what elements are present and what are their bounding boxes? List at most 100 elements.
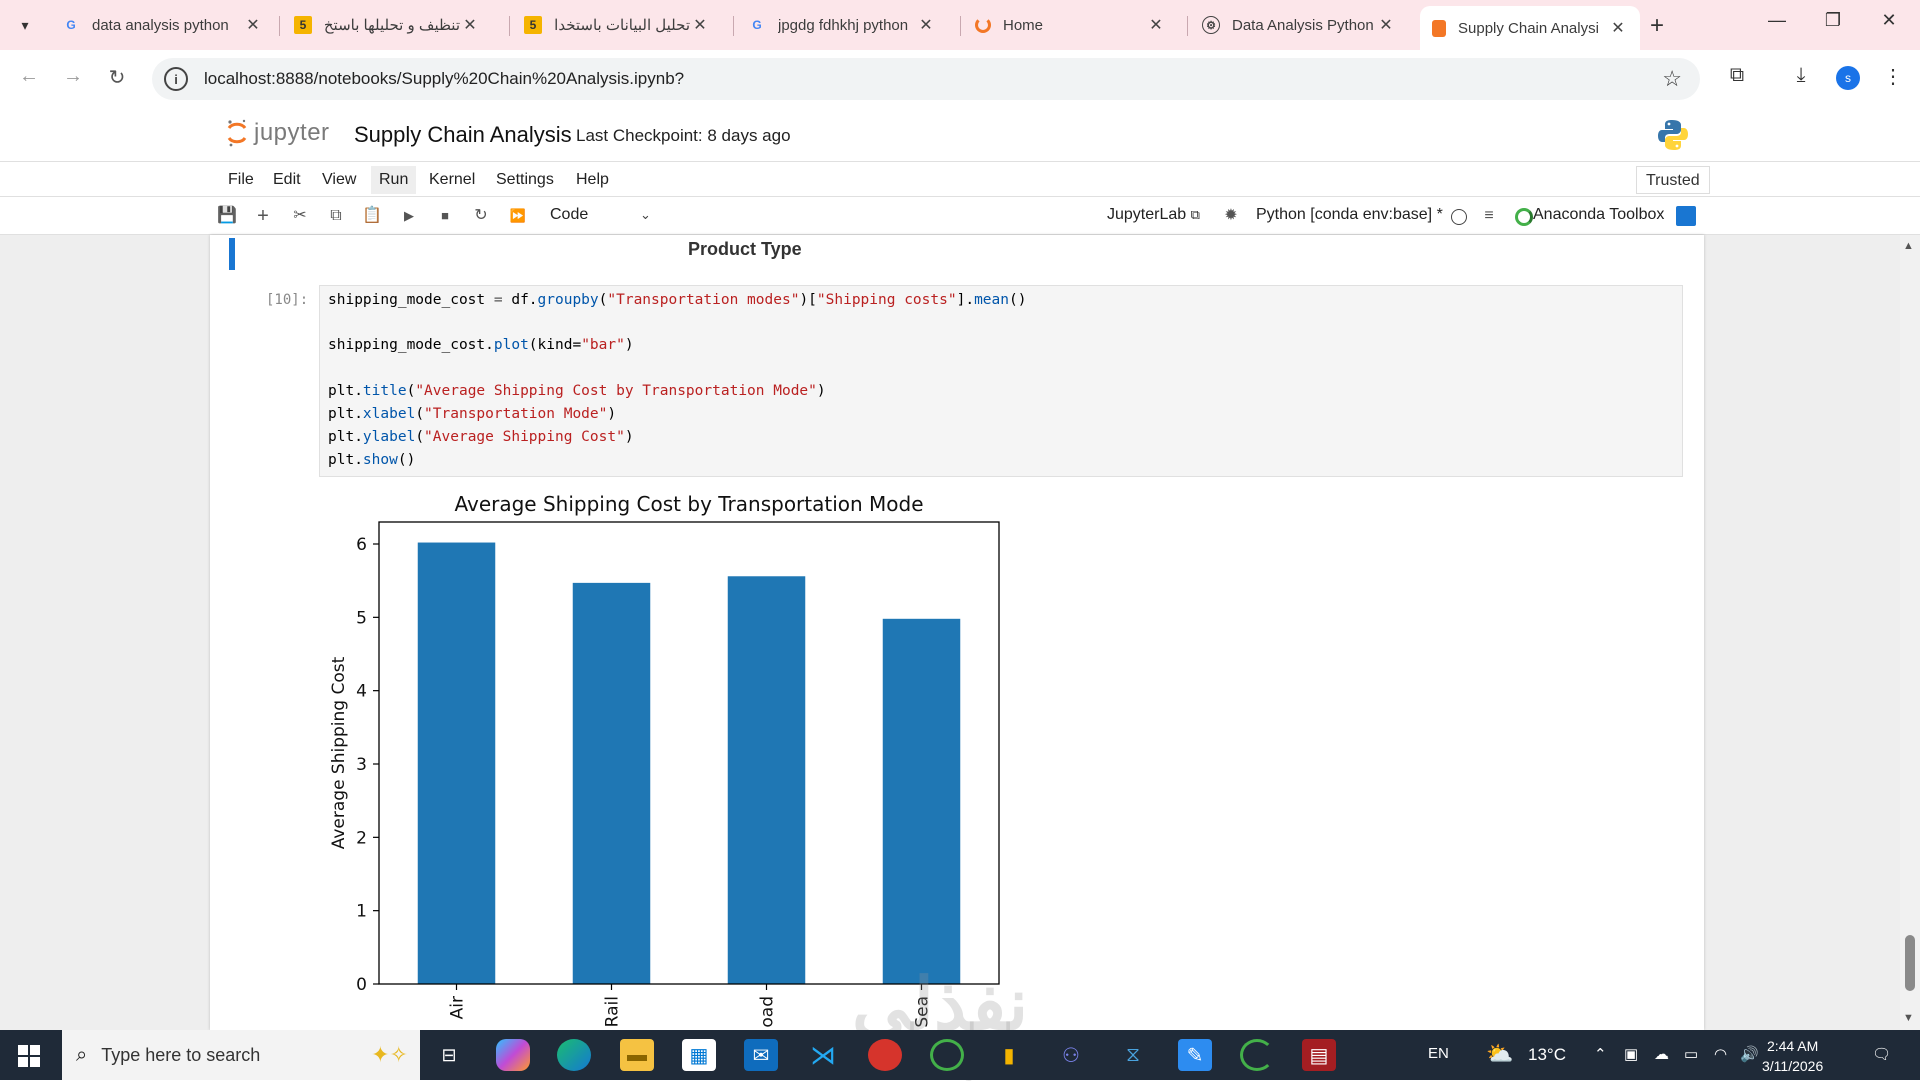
table-of-contents-icon[interactable]: ≡ [1477, 205, 1501, 227]
copilot-icon[interactable] [496, 1039, 530, 1071]
menu-help[interactable]: Help [568, 166, 617, 194]
paste-icon[interactable]: 📋 [360, 205, 384, 227]
scroll-down-icon[interactable]: ▼ [1903, 1012, 1914, 1024]
jupyterlab-link[interactable]: JupyterLab ⧉ [1107, 206, 1200, 224]
paint-icon[interactable]: ✎ [1178, 1039, 1212, 1071]
anaconda-icon[interactable] [1240, 1039, 1274, 1071]
x-tick-label: Air [448, 996, 468, 1019]
browser-tab-active[interactable]: Supply Chain Analysi ✕ [1420, 6, 1640, 50]
y-tick-label: 3 [356, 755, 367, 775]
trusted-indicator[interactable]: Trusted [1636, 166, 1710, 194]
site-info-icon[interactable]: i [164, 67, 188, 91]
restart-icon[interactable]: ↻ [469, 205, 493, 227]
kernel-name[interactable]: Python [conda env:base] * [1256, 206, 1443, 224]
forward-icon[interactable]: → [58, 65, 88, 88]
run-icon[interactable]: ▶ [397, 205, 421, 227]
browser-tab[interactable]: 5 تنظيف و تحليلها باستخ ✕ [282, 8, 492, 42]
stop-icon[interactable]: ■ [433, 205, 457, 227]
temperature[interactable]: 13°C [1528, 1045, 1566, 1065]
menu-view[interactable]: View [314, 166, 364, 194]
teams-icon[interactable]: ⚇ [1054, 1039, 1088, 1071]
windows-taskbar: ⌕ Type here to search ✦✧ ⊟ ▬ ▦ ✉ ⋊ ▮ ⚇ ⧖… [0, 1030, 1920, 1080]
wifi-icon[interactable]: ◠ [1714, 1045, 1727, 1063]
chrome-icon[interactable] [868, 1039, 902, 1071]
save-icon[interactable]: 💾 [215, 205, 239, 227]
language-indicator[interactable]: EN [1428, 1045, 1449, 1062]
outlook-icon[interactable]: ✉ [744, 1039, 778, 1071]
system-clock[interactable]: 2:44 AM 3/11/2026 [1762, 1036, 1823, 1076]
task-view-icon[interactable]: ⊟ [432, 1039, 466, 1071]
notification-icon[interactable]: 🗨 [1872, 1045, 1891, 1063]
anaconda-navigator-icon[interactable] [930, 1039, 964, 1071]
close-tab-icon[interactable]: ✕ [243, 15, 263, 35]
khamsat-icon: 5 [524, 16, 542, 34]
close-tab-icon[interactable]: ✕ [460, 15, 480, 35]
extensions-icon[interactable]: ⧉ [1722, 64, 1752, 87]
profile-avatar[interactable]: s [1836, 66, 1860, 90]
chevron-down-icon[interactable]: ⌄ [640, 207, 651, 223]
search-placeholder: Type here to search [101, 1044, 261, 1065]
browser-tab[interactable]: 5 تحليل البيانات باستخدا ✕ [512, 8, 722, 42]
add-cell-icon[interactable]: + [251, 205, 275, 227]
edge-icon[interactable] [557, 1039, 591, 1071]
menu-kebab-icon[interactable]: ⋮ [1878, 64, 1908, 89]
anaconda-toolbox[interactable]: Anaconda Toolbox [1533, 206, 1664, 224]
winrar-icon[interactable]: ▤ [1302, 1039, 1336, 1071]
restore-icon[interactable]: ❐ [1810, 10, 1856, 31]
menu-kernel[interactable]: Kernel [421, 166, 483, 194]
jupyter-header: jupyter Supply Chain Analysis Last Check… [0, 108, 1920, 162]
file-explorer-icon[interactable]: ▬ [620, 1039, 654, 1071]
vertical-scrollbar[interactable] [1900, 235, 1920, 1030]
execution-count: [10]: [266, 292, 309, 308]
close-tab-icon[interactable]: ✕ [1376, 15, 1396, 35]
scrollbar-thumb[interactable] [1905, 935, 1915, 991]
vscode-icon[interactable]: ⋊ [806, 1039, 840, 1071]
menu-settings[interactable]: Settings [488, 166, 562, 194]
battery-icon[interactable]: ▭ [1684, 1045, 1698, 1063]
app-icon[interactable]: ⧖ [1116, 1039, 1150, 1071]
onedrive-icon[interactable]: ☁ [1654, 1045, 1669, 1063]
run-all-icon[interactable]: ⏩ [506, 205, 530, 227]
back-icon[interactable]: ← [14, 65, 44, 88]
bookmark-star-icon[interactable]: ☆ [1662, 66, 1682, 92]
close-tab-icon[interactable]: ✕ [916, 15, 936, 35]
notebook-toolbar: 💾 + ✂ ⧉ 📋 ▶ ■ ↻ ⏩ Code ⌄ JupyterLab ⧉ ✹ … [0, 197, 1920, 235]
browser-tab[interactable]: G jpgdg fdhkhj python ✕ [736, 8, 948, 42]
browser-tab[interactable]: Home ✕ [963, 8, 1178, 42]
close-tab-icon[interactable]: ✕ [1608, 18, 1628, 38]
close-tab-icon[interactable]: ✕ [690, 15, 710, 35]
new-tab-icon[interactable]: + [1650, 12, 1664, 40]
microsoft-store-icon[interactable]: ▦ [682, 1039, 716, 1071]
browser-tab[interactable]: ⚙ Data Analysis Python ✕ [1190, 8, 1408, 42]
anaconda-panel-icon[interactable] [1676, 206, 1696, 226]
weather-icon[interactable]: ⛅ [1486, 1041, 1513, 1067]
close-tab-icon[interactable]: ✕ [1146, 15, 1166, 35]
close-window-icon[interactable]: ✕ [1866, 10, 1912, 31]
show-hidden-icons[interactable]: ⌃ [1594, 1045, 1607, 1063]
x-tick-label: oad [758, 996, 778, 1028]
cut-icon[interactable]: ✂ [288, 205, 312, 227]
volume-icon[interactable]: 🔊 [1740, 1045, 1759, 1063]
menu-run[interactable]: Run [371, 166, 417, 194]
minimize-icon[interactable]: — [1754, 10, 1800, 31]
download-icon[interactable]: ⤓ [1786, 64, 1816, 87]
tab-search-icon[interactable]: ▾ [12, 12, 38, 38]
cell-type-dropdown[interactable]: Code [550, 206, 588, 224]
menu-edit[interactable]: Edit [265, 166, 309, 194]
address-bar[interactable]: i localhost:8888/notebooks/Supply%20Chai… [152, 58, 1700, 100]
y-axis-label: Average Shipping Cost [329, 656, 349, 849]
reload-icon[interactable]: ↻ [102, 65, 132, 90]
code-cell-editor[interactable]: shipping_mode_cost = df.groupby("Transpo… [319, 285, 1683, 477]
url-text[interactable]: localhost:8888/notebooks/Supply%20Chain%… [204, 69, 684, 89]
menu-file[interactable]: File [220, 166, 262, 194]
debugger-icon[interactable]: ✹ [1219, 205, 1243, 227]
windows-start-icon[interactable] [18, 1045, 40, 1067]
tableau-icon[interactable]: ▮ [992, 1039, 1026, 1071]
notebook-title[interactable]: Supply Chain Analysis [354, 122, 572, 148]
meet-icon[interactable]: ▣ [1624, 1045, 1638, 1063]
browser-tab[interactable]: G data analysis python ✕ [50, 8, 275, 42]
taskbar-search[interactable]: ⌕ Type here to search ✦✧ [62, 1030, 420, 1080]
copy-icon[interactable]: ⧉ [324, 205, 348, 227]
jupyter-logo[interactable]: jupyter [226, 118, 330, 148]
scroll-up-icon[interactable]: ▲ [1903, 240, 1914, 252]
